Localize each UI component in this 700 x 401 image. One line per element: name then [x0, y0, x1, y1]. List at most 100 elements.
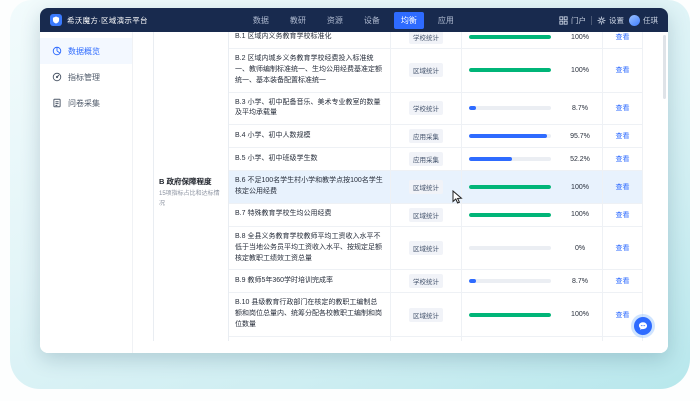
sidebar-item-questionnaire[interactable]: 问卷采集: [40, 90, 132, 116]
table-rows: B.1 区域内义务教育学校标准化 学校统计 100% 查看 B.2 区域内城乡义…: [229, 32, 643, 341]
stat-type-tag: 区域统计: [409, 63, 443, 77]
progress-percent: 95.7%: [558, 125, 603, 147]
table-row: B.1 区域内义务教育学校标准化 学校统计 100% 查看: [229, 32, 643, 49]
view-link[interactable]: 查看: [616, 310, 630, 320]
user-name: 任琪: [643, 15, 658, 26]
chat-icon: [638, 321, 648, 331]
stat-type-tag: 区域统计: [409, 308, 443, 322]
document-icon: [52, 98, 62, 108]
stat-type-tag: 应用采集: [409, 129, 443, 143]
progress-percent: 100%: [558, 32, 603, 48]
progress-percent: 100%: [558, 293, 603, 336]
sidebar-item-data-overview[interactable]: 数据概览: [40, 38, 132, 64]
pie-chart-icon: [52, 46, 62, 56]
header-right: 门户 设置 任琪: [559, 15, 658, 26]
progress-bar: [469, 246, 551, 250]
view-link[interactable]: 查看: [616, 276, 630, 286]
portal-label: 门户: [571, 15, 586, 26]
app-logo-icon: [50, 14, 62, 26]
portal-icon: [559, 16, 568, 25]
indicator-table: B 政府保障程度 15项指标占比和达标情况 B.1 区域内义务教育学校标准化 学…: [153, 32, 643, 341]
app-title: 希沃魔方·区域演示平台: [67, 15, 148, 26]
progress-percent: 100%: [558, 171, 603, 203]
progress-bar: [469, 185, 551, 189]
indicator-name: B.8 全县义务教育学校教师平均工资收入水平不低于当地公务员平均工资收入水平、按…: [229, 227, 391, 270]
progress-percent: 8.7%: [558, 337, 603, 341]
view-link[interactable]: 查看: [616, 182, 630, 192]
nav-item-balance[interactable]: 均衡: [394, 12, 424, 29]
nav-item-apps[interactable]: 应用: [431, 12, 461, 29]
indicator-name: B.1 区域内义务教育学校标准化: [229, 32, 391, 48]
nav-item-data[interactable]: 数据: [246, 12, 276, 29]
progress-bar: [469, 35, 551, 39]
indicator-name: B.2 区域内城乡义务教育学校经费投入标准统一、教师编制标准统一、生均公用经费基…: [229, 49, 391, 92]
progress-bar: [469, 134, 551, 138]
indicator-name: B.3 小学、初中配备音乐、美术专业教室的数量及平均承载量: [229, 93, 391, 125]
stat-type-tag: 学校统计: [409, 32, 443, 44]
indicator-name: B.4 小学、初中人数规模: [229, 125, 391, 147]
stat-type-tag: 学校统计: [409, 101, 443, 115]
main-content: B 政府保障程度 15项指标占比和达标情况 B.1 区域内义务教育学校标准化 学…: [133, 32, 668, 353]
category-cell: B 政府保障程度 15项指标占比和达标情况: [153, 32, 229, 341]
sidebar-item-label: 数据概览: [68, 46, 100, 57]
table-row: B.5 小学、初中班级学生数 应用采集 52.2% 查看: [229, 148, 643, 171]
stat-type-tag: 区域统计: [409, 208, 443, 222]
stat-type-tag: 应用采集: [409, 152, 443, 166]
category-subtitle: 15项指标占比和达标情况: [159, 190, 223, 209]
category-label: B 政府保障程度: [159, 177, 223, 188]
view-link[interactable]: 查看: [616, 154, 630, 164]
table-row: B.4 小学、初中人数规模 应用采集 95.7% 查看: [229, 125, 643, 148]
indicator-name: B.9 教师5年360学时培训完成率: [229, 270, 391, 292]
top-nav: 数据 教研 资源 设备 均衡 应用: [246, 12, 461, 29]
indicator-name: B.6 不足100名学生村小学和教学点按100名学生核定公用经费: [229, 171, 391, 203]
user-avatar: [629, 15, 640, 26]
settings-label: 设置: [609, 15, 624, 26]
table-row-highlighted: B.6 不足100名学生村小学和教学点按100名学生核定公用经费 区域统计 10…: [229, 171, 643, 204]
view-link[interactable]: 查看: [616, 103, 630, 113]
gear-icon: [597, 16, 606, 25]
user-menu[interactable]: 任琪: [629, 15, 658, 26]
app-body: 数据概览 指标管理 问卷采集 B 政府保障程度 15项指标占比和达标情况: [40, 32, 668, 353]
table-row: B.3 小学、初中配备音乐、美术专业教室的数量及平均承载量 学校统计 8.7% …: [229, 93, 643, 126]
sidebar-item-label: 指标管理: [68, 72, 100, 83]
indicator-name: B.7 特殊教育学校生均公用经费: [229, 204, 391, 226]
view-link[interactable]: 查看: [616, 65, 630, 75]
progress-bar: [469, 68, 551, 72]
progress-bar: [469, 313, 551, 317]
portal-button[interactable]: 门户: [559, 15, 586, 26]
table-row: B.8 全县义务教育学校教师平均工资收入水平不低于当地公务员平均工资收入水平、按…: [229, 227, 643, 271]
table-row: B.10 县级教育行政部门在核定的教职工编制总额和岗位总量内、统筹分配各校教职工…: [229, 293, 643, 337]
stat-type-tag: 学校统计: [409, 274, 443, 288]
progress-percent: 0%: [558, 227, 603, 270]
header-divider: [591, 16, 592, 25]
indicator-name: B.10 县级教育行政部门在核定的教职工编制总额和岗位总量内、统筹分配各校教职工…: [229, 293, 391, 336]
nav-item-research[interactable]: 教研: [283, 12, 313, 29]
table-row: B.9 教师5年360学时培训完成率 学校统计 8.7% 查看: [229, 270, 643, 293]
app-header: 希沃魔方·区域演示平台 数据 教研 资源 设备 均衡 应用 门户 设置: [40, 8, 668, 32]
progress-bar: [469, 213, 551, 217]
view-link[interactable]: 查看: [616, 210, 630, 220]
indicator-name: B.11 全县每年交流轮岗教师的比例: [229, 337, 391, 341]
table-row: B.2 区域内城乡义务教育学校经费投入标准统一、教师编制标准统一、生均公用经费基…: [229, 49, 643, 93]
view-link[interactable]: 查看: [616, 32, 630, 42]
table-row: B.7 特殊教育学校生均公用经费 区域统计 100% 查看: [229, 204, 643, 227]
progress-bar: [469, 279, 551, 283]
progress-bar: [469, 106, 551, 110]
scrollbar-thumb[interactable]: [663, 35, 666, 99]
screen: 希沃魔方·区域演示平台 数据 教研 资源 设备 均衡 应用 门户 设置: [0, 0, 700, 401]
settings-button[interactable]: 设置: [597, 15, 624, 26]
sidebar-item-indicator-management[interactable]: 指标管理: [40, 64, 132, 90]
stat-type-tag: 区域统计: [409, 180, 443, 194]
progress-percent: 8.7%: [558, 270, 603, 292]
nav-item-devices[interactable]: 设备: [357, 12, 387, 29]
stat-type-tag: 区域统计: [409, 241, 443, 255]
nav-item-resources[interactable]: 资源: [320, 12, 350, 29]
view-link[interactable]: 查看: [616, 243, 630, 253]
view-link[interactable]: 查看: [616, 131, 630, 141]
gauge-icon: [52, 72, 62, 82]
app-window: 希沃魔方·区域演示平台 数据 教研 资源 设备 均衡 应用 门户 设置: [40, 8, 668, 353]
chat-fab-button[interactable]: [634, 317, 652, 335]
progress-bar: [469, 157, 551, 161]
progress-percent: 8.7%: [558, 93, 603, 125]
progress-percent: 52.2%: [558, 148, 603, 170]
